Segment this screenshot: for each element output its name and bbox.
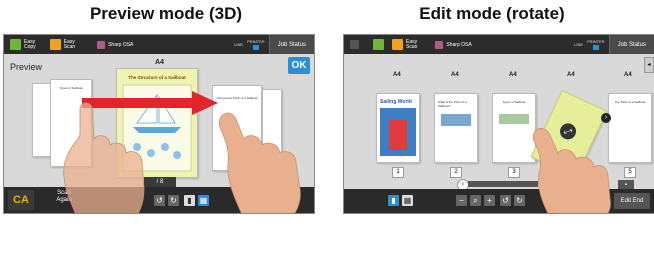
preview-title: Preview (10, 62, 43, 72)
line-indicator: LINE (234, 42, 244, 47)
easy-scan-button[interactable]: Easy Scan (392, 39, 417, 50)
page-number-3: 3 (508, 167, 520, 178)
caption-preview: Preview mode (3D) (89, 4, 243, 23)
thumb-page-2[interactable]: What is the Point of a Sailboat? (434, 93, 478, 163)
home-icon (350, 40, 359, 49)
rotate-left-icon[interactable]: ↺ (500, 195, 511, 206)
easy-copy-button[interactable] (373, 39, 384, 50)
size-label-3: A4 (509, 72, 517, 78)
right-hand-icon (218, 112, 301, 213)
size-label-5: A4 (624, 72, 632, 78)
left-hand-icon (63, 102, 145, 213)
ok-button[interactable]: OK (288, 57, 310, 74)
page-view-icon[interactable]: ▮ (184, 195, 195, 206)
thumb-page-1[interactable]: Sailing World (376, 93, 420, 163)
grid-view-icon[interactable]: ▦ (402, 195, 413, 206)
zoom-out-icon[interactable]: − (456, 195, 467, 206)
sharp-osa-button[interactable]: Sharp OSA (435, 40, 472, 49)
page-number-2: 2 (450, 167, 462, 178)
collapse-handle-icon[interactable]: ◂ (644, 57, 654, 73)
printer-indicator: PRINTER (247, 39, 265, 50)
size-label-2: A4 (451, 72, 459, 78)
preview-page-size: A4 (155, 59, 164, 66)
easy-copy-button[interactable]: Easy Copy (10, 39, 36, 50)
caption-edit: Edit mode (rotate) (419, 4, 565, 23)
scan-icon (49, 39, 61, 50)
preview-panel: Easy Copy Easy Scan Sharp OSA LINE PRINT… (3, 34, 315, 214)
top-bar: Easy Scan Sharp OSA LINE PRINTER Job Sta… (344, 35, 654, 54)
osa-icon (435, 40, 444, 49)
scan-icon (392, 39, 403, 50)
line-indicator: LINE (574, 42, 584, 47)
page-view-icon[interactable]: ▮ (388, 195, 399, 206)
edit-panel: Easy Scan Sharp OSA LINE PRINTER Job Sta… (343, 34, 654, 214)
sharp-osa-button[interactable]: Sharp OSA (97, 40, 133, 49)
zoom-in-icon[interactable]: + (484, 195, 495, 206)
zoom-icon[interactable]: ⌕ (470, 195, 481, 206)
copy-icon (373, 39, 384, 50)
easy-scan-button[interactable]: Easy Scan (49, 39, 75, 50)
page-number-5: 5 (624, 167, 636, 178)
hand-icon (532, 128, 611, 213)
page-number-1: 1 (392, 167, 404, 178)
size-label-1: A4 (393, 72, 401, 78)
rotate-right-icon[interactable]: ↻ (168, 195, 179, 206)
copy-icon (10, 39, 21, 50)
printer-indicator: PRINTER (587, 39, 605, 50)
ca-button[interactable]: CA (8, 190, 34, 210)
job-status-button[interactable]: Job Status (608, 35, 654, 54)
top-bar: Easy Copy Easy Scan Sharp OSA LINE PRINT… (4, 35, 314, 54)
osa-icon (97, 40, 106, 49)
job-status-button[interactable]: Job Status (268, 35, 314, 54)
home-button[interactable] (350, 40, 359, 49)
size-label-4: A4 (567, 72, 575, 78)
